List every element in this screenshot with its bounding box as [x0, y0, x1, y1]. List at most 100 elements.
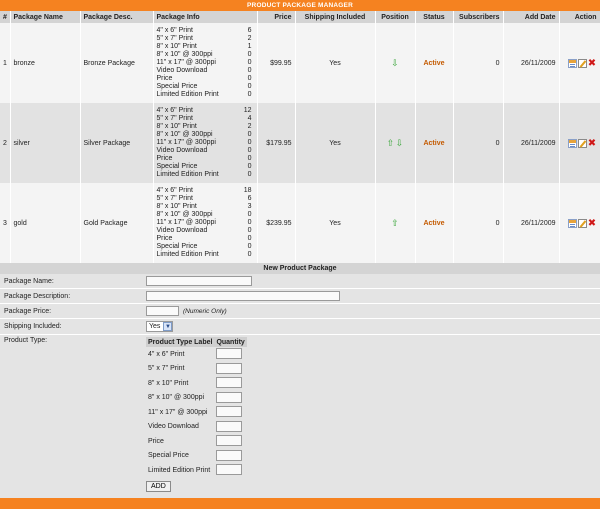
quantity-input[interactable] — [216, 449, 243, 461]
add-package-button[interactable]: ADD — [146, 480, 171, 492]
info-line: Limited Edition Print 0 — [156, 251, 252, 258]
product-type-label: Product Type: — [4, 337, 48, 344]
package-name-input[interactable] — [146, 276, 252, 286]
subscriber-count: 0 — [453, 103, 504, 183]
arrow-down-icon[interactable]: ⇩ — [395, 138, 404, 148]
add-date: 26/11/2009 — [503, 23, 560, 103]
package-price-label: Package Price: — [4, 307, 52, 315]
package-info: 4" x 6" Print 18 5" x 7" Print 6 8" x 10" … — [153, 183, 258, 263]
package-desc-label: Package Description: — [4, 292, 71, 300]
product-type-col-qty: Quantity — [214, 337, 247, 347]
info-line: 4" x 6" Print 6 — [156, 27, 252, 34]
product-type-row: 8" x 10" Print — [146, 376, 247, 391]
info-line: 8" x 10" Print 2 — [156, 123, 252, 130]
info-line: Video Download 0 — [156, 147, 252, 154]
form-row-desc: Package Description: — [0, 289, 600, 304]
col-add-date: Add Date — [503, 11, 560, 23]
quantity-input[interactable] — [216, 420, 243, 432]
shipping-included: Yes — [295, 103, 376, 183]
info-line: 8" x 10" Print 3 — [156, 203, 252, 210]
col-package-desc: Package Desc. — [80, 11, 154, 23]
col-price: Price — [257, 11, 296, 23]
edit-icon[interactable] — [577, 218, 587, 228]
shipping-select[interactable]: Yes ▼ — [146, 321, 174, 332]
subscriber-count: 0 — [453, 23, 504, 103]
col-package-name: Package Name — [10, 11, 81, 23]
quantity-input[interactable] — [216, 406, 243, 418]
edit-icon[interactable] — [577, 138, 587, 148]
quantity-input[interactable] — [216, 435, 243, 447]
calendar-icon[interactable] — [567, 138, 577, 148]
position-controls: ⇧⇩ — [375, 103, 416, 183]
form-row-shipping: Shipping Included: Yes ▼ — [0, 319, 600, 335]
delete-icon[interactable]: ✖ — [588, 138, 597, 148]
edit-icon[interactable] — [577, 58, 587, 68]
row-number: 3 — [0, 183, 11, 263]
table-row: 3 gold Gold Package 4" x 6" Print 18 5" x… — [0, 183, 600, 263]
package-desc: Bronze Package — [80, 23, 154, 103]
chevron-down-icon[interactable]: ▼ — [163, 322, 173, 331]
quantity-input[interactable] — [216, 464, 243, 476]
calendar-icon[interactable] — [567, 58, 577, 68]
package-price-input[interactable] — [146, 306, 179, 316]
form-row-name: Package Name: — [0, 274, 600, 289]
package-manager: PRODUCT PACKAGE MANAGER # Package Name P… — [0, 0, 600, 509]
package-info: 4" x 6" Print 12 5" x 7" Print 4 8" x 10" … — [153, 103, 258, 183]
info-line: 4" x 6" Print 12 — [156, 107, 252, 114]
info-line: 5" x 7" Print 6 — [156, 195, 252, 202]
quantity-input[interactable] — [216, 391, 243, 403]
info-line: 5" x 7" Print 4 — [156, 115, 252, 122]
package-desc-input[interactable] — [146, 291, 340, 301]
price-hint: (Numeric Only) — [183, 307, 227, 315]
info-line: Price 0 — [156, 235, 252, 242]
arrow-down-icon[interactable]: ⇩ — [391, 58, 400, 68]
info-line: Video Download 0 — [156, 227, 252, 234]
info-line: Special Price 0 — [156, 243, 252, 250]
info-line: 8" x 10" @ 300ppi 0 — [156, 211, 252, 218]
delete-icon[interactable]: ✖ — [588, 58, 597, 68]
info-line: 8" x 10" Print 1 — [156, 43, 252, 50]
col-subscribers: Subscribers — [453, 11, 504, 23]
shipping-label: Shipping Included: — [4, 323, 62, 330]
delete-icon[interactable]: ✖ — [588, 218, 597, 228]
product-type-row: 4" x 6" Print — [146, 347, 247, 362]
status-badge[interactable]: Active — [415, 103, 454, 183]
form-row-price: Package Price: (Numeric Only) — [0, 304, 600, 319]
quantity-input[interactable] — [216, 377, 243, 389]
product-type-row: Video Download — [146, 420, 247, 435]
quantity-input[interactable] — [216, 348, 243, 360]
quantity-input[interactable] — [216, 362, 243, 374]
status-badge[interactable]: Active — [415, 23, 454, 103]
info-line: Limited Edition Print 0 — [156, 91, 252, 98]
col-package-info: Package Info — [153, 11, 258, 23]
info-line: 11" x 17" @ 300ppi 0 — [156, 139, 252, 146]
subscriber-count: 0 — [453, 183, 504, 263]
info-line: Special Price 0 — [156, 83, 252, 90]
product-type-header: Product Type Label Quantity — [146, 337, 247, 347]
info-line: 8" x 10" @ 300ppi 0 — [156, 131, 252, 138]
product-type-row: 11" x 17" @ 300ppi — [146, 405, 247, 420]
product-type-row: Limited Edition Print — [146, 463, 247, 478]
package-table: # Package Name Package Desc. Package Inf… — [0, 11, 600, 263]
table-row: 2 silver Silver Package 4" x 6" Print 12 … — [0, 103, 600, 183]
table-header: # Package Name Package Desc. Package Inf… — [0, 11, 600, 23]
arrow-up-icon[interactable]: ⇧ — [391, 218, 400, 228]
package-info: 4" x 6" Print 6 5" x 7" Print 2 8" x 10" P… — [153, 23, 258, 103]
package-desc: Gold Package — [80, 183, 154, 263]
shipping-included: Yes — [295, 23, 376, 103]
col-action: Action — [559, 11, 600, 23]
col-status: Status — [415, 11, 454, 23]
info-line: 11" x 17" @ 300ppi 0 — [156, 59, 252, 66]
calendar-icon[interactable] — [567, 218, 577, 228]
arrow-up-icon[interactable]: ⇧ — [386, 138, 395, 148]
info-line: 4" x 6" Print 18 — [156, 187, 252, 194]
row-number: 2 — [0, 103, 11, 183]
info-line: 8" x 10" @ 300ppi 0 — [156, 51, 252, 58]
footer-bar — [0, 497, 600, 509]
action-buttons: ✖ — [559, 103, 600, 183]
col-shipping: Shipping Included — [295, 11, 376, 23]
status-badge[interactable]: Active — [415, 183, 454, 263]
info-line: Limited Edition Print 0 — [156, 171, 252, 178]
product-type-col-label: Product Type Label — [146, 337, 215, 347]
package-price: $179.95 — [257, 103, 296, 183]
